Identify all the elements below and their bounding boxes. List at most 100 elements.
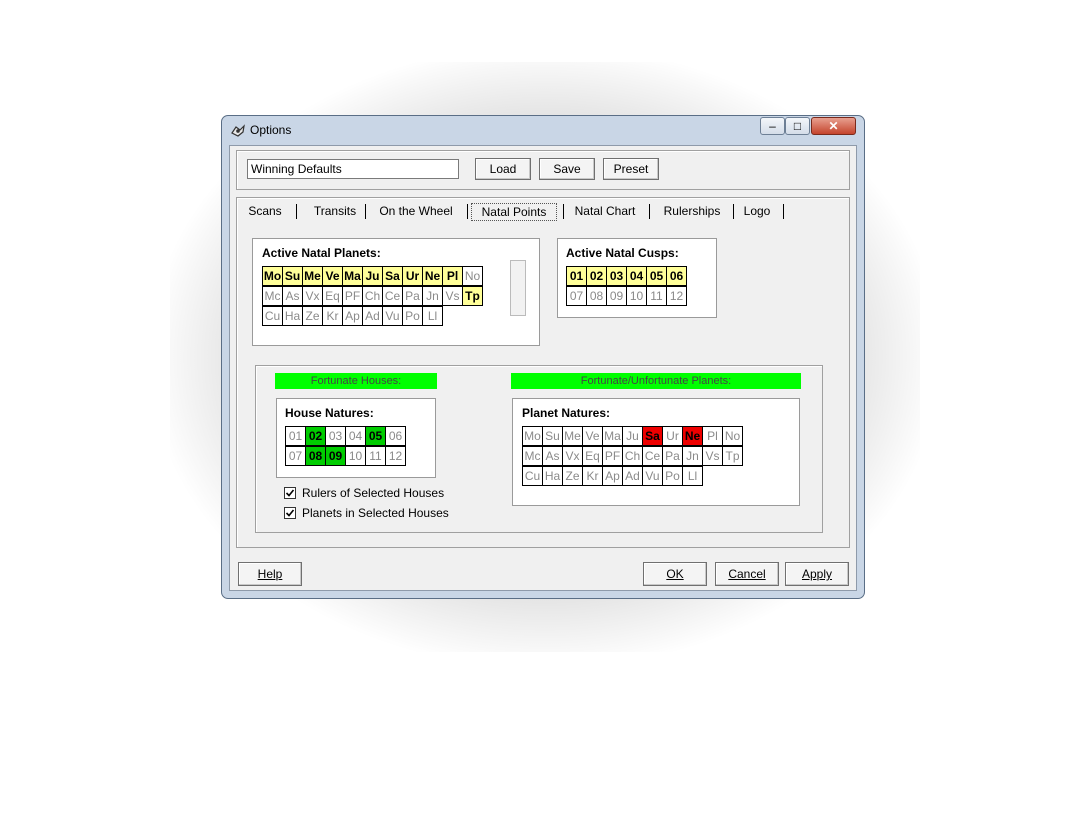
cell-ur[interactable]: Ur — [662, 426, 683, 446]
cell-04[interactable]: 04 — [345, 426, 366, 446]
cell-vs[interactable]: Vs — [702, 446, 723, 466]
cell-vx[interactable]: Vx — [562, 446, 583, 466]
cell-ad[interactable]: Ad — [622, 466, 643, 486]
cell-jn[interactable]: Jn — [682, 446, 703, 466]
cell-02[interactable]: 02 — [586, 266, 607, 286]
cell-pl[interactable]: Pl — [442, 266, 463, 286]
tab-logo[interactable]: Logo — [737, 203, 777, 221]
cell-08[interactable]: 08 — [305, 446, 326, 466]
cell-ma[interactable]: Ma — [602, 426, 623, 446]
apply-button[interactable]: Apply — [785, 562, 849, 586]
tab-on-the-wheel[interactable]: On the Wheel — [373, 203, 459, 221]
cell-05[interactable]: 05 — [365, 426, 386, 446]
cell-ne[interactable]: Ne — [682, 426, 703, 446]
rulers-checkbox[interactable] — [284, 487, 296, 499]
cell-mo[interactable]: Mo — [522, 426, 543, 446]
cell-tp[interactable]: Tp — [722, 446, 743, 466]
cell-07[interactable]: 07 — [285, 446, 306, 466]
natal-planets-scroll[interactable] — [510, 260, 526, 316]
cell-ch[interactable]: Ch — [622, 446, 643, 466]
cell-ze[interactable]: Ze — [302, 306, 323, 326]
cell-01[interactable]: 01 — [566, 266, 587, 286]
cell-mc[interactable]: Mc — [522, 446, 543, 466]
planets-checkbox[interactable] — [284, 507, 296, 519]
cell-ch[interactable]: Ch — [362, 286, 383, 306]
tab-natal-points[interactable]: Natal Points — [471, 203, 557, 221]
tab-scans[interactable]: Scans — [243, 203, 287, 221]
tab-natal-chart[interactable]: Natal Chart — [567, 203, 643, 221]
cell-tp[interactable]: Tp — [462, 286, 483, 306]
cell-12[interactable]: 12 — [385, 446, 406, 466]
cell-12[interactable]: 12 — [666, 286, 687, 306]
cell-11[interactable]: 11 — [365, 446, 386, 466]
cell-ap[interactable]: Ap — [602, 466, 623, 486]
tab-rulerships[interactable]: Rulerships — [655, 203, 729, 221]
cell-ju[interactable]: Ju — [362, 266, 383, 286]
title-bar[interactable]: Options – □ ✕ — [222, 116, 864, 146]
cell-eq[interactable]: Eq — [582, 446, 603, 466]
cell-01[interactable]: 01 — [285, 426, 306, 446]
cell-ve[interactable]: Ve — [322, 266, 343, 286]
cell-ha[interactable]: Ha — [282, 306, 303, 326]
cell-ur[interactable]: Ur — [402, 266, 423, 286]
cell-jn[interactable]: Jn — [422, 286, 443, 306]
maximize-button[interactable]: □ — [785, 117, 810, 135]
cell-06[interactable]: 06 — [385, 426, 406, 446]
help-button[interactable]: Help — [238, 562, 302, 586]
cell-ju[interactable]: Ju — [622, 426, 643, 446]
cell-cu[interactable]: Cu — [262, 306, 283, 326]
cell-vu[interactable]: Vu — [382, 306, 403, 326]
cell-03[interactable]: 03 — [606, 266, 627, 286]
cell-ll[interactable]: Ll — [682, 466, 703, 486]
cell-su[interactable]: Su — [282, 266, 303, 286]
load-button[interactable]: Load — [475, 158, 531, 180]
preset-button[interactable]: Preset — [603, 158, 659, 180]
cell-ne[interactable]: Ne — [422, 266, 443, 286]
cell-07[interactable]: 07 — [566, 286, 587, 306]
cell-mo[interactable]: Mo — [262, 266, 283, 286]
cell-vs[interactable]: Vs — [442, 286, 463, 306]
cell-11[interactable]: 11 — [646, 286, 667, 306]
cell-pa[interactable]: Pa — [402, 286, 423, 306]
cell-ze[interactable]: Ze — [562, 466, 583, 486]
cell-ce[interactable]: Ce — [382, 286, 403, 306]
cell-09[interactable]: 09 — [325, 446, 346, 466]
cell-po[interactable]: Po — [662, 466, 683, 486]
cell-ce[interactable]: Ce — [642, 446, 663, 466]
cell-no[interactable]: No — [722, 426, 743, 446]
cell-ll[interactable]: Ll — [422, 306, 443, 326]
cell-pl[interactable]: Pl — [702, 426, 723, 446]
save-button[interactable]: Save — [539, 158, 595, 180]
minimize-button[interactable]: – — [760, 117, 785, 135]
cell-kr[interactable]: Kr — [582, 466, 603, 486]
cell-pf[interactable]: PF — [602, 446, 623, 466]
cell-me[interactable]: Me — [302, 266, 323, 286]
close-button[interactable]: ✕ — [811, 117, 856, 135]
cancel-button[interactable]: Cancel — [715, 562, 779, 586]
cell-mc[interactable]: Mc — [262, 286, 283, 306]
cell-pa[interactable]: Pa — [662, 446, 683, 466]
cell-sa[interactable]: Sa — [382, 266, 403, 286]
cell-po[interactable]: Po — [402, 306, 423, 326]
cell-as[interactable]: As — [282, 286, 303, 306]
cell-02[interactable]: 02 — [305, 426, 326, 446]
cell-as[interactable]: As — [542, 446, 563, 466]
cell-sa[interactable]: Sa — [642, 426, 663, 446]
cell-ha[interactable]: Ha — [542, 466, 563, 486]
cell-pf[interactable]: PF — [342, 286, 363, 306]
cell-cu[interactable]: Cu — [522, 466, 543, 486]
cell-no[interactable]: No — [462, 266, 483, 286]
cell-vu[interactable]: Vu — [642, 466, 663, 486]
cell-ap[interactable]: Ap — [342, 306, 363, 326]
cell-ad[interactable]: Ad — [362, 306, 383, 326]
cell-ma[interactable]: Ma — [342, 266, 363, 286]
cell-10[interactable]: 10 — [345, 446, 366, 466]
cell-ve[interactable]: Ve — [582, 426, 603, 446]
cell-eq[interactable]: Eq — [322, 286, 343, 306]
cell-me[interactable]: Me — [562, 426, 583, 446]
cell-03[interactable]: 03 — [325, 426, 346, 446]
cell-10[interactable]: 10 — [626, 286, 647, 306]
cell-08[interactable]: 08 — [586, 286, 607, 306]
tab-transits[interactable]: Transits — [303, 203, 367, 221]
cell-vx[interactable]: Vx — [302, 286, 323, 306]
